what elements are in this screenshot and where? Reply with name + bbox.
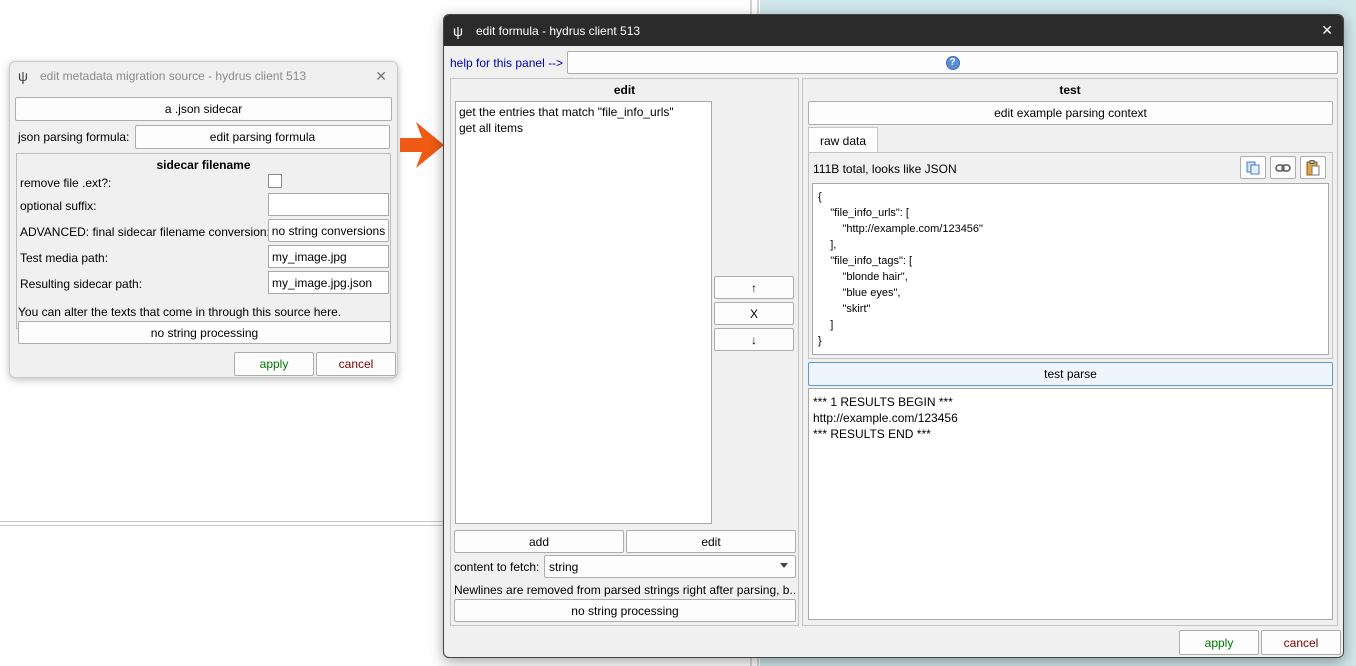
sidecar-filename-group: sidecar filename remove file .ext?: opti… [16,153,391,329]
parse-results-text[interactable]: *** 1 RESULTS BEGIN *** http://example.c… [808,388,1333,620]
content-fetch-select[interactable]: string [544,555,796,578]
link-icon[interactable] [1270,156,1296,179]
remove-ext-checkbox[interactable] [268,174,282,188]
hydrus-logo-icon: ψ [453,22,463,39]
panel-title: edit [613,83,636,97]
edit-panel: edit get the entries that match "file_in… [450,78,799,626]
raw-line: "file_info_tags": [ [818,255,913,267]
tab-raw-data[interactable]: raw data [808,127,878,153]
dialog-titlebar[interactable]: ψ edit metadata migration source - hydru… [10,62,397,90]
newlines-note: Newlines are removed from parsed strings… [454,583,795,597]
metadata-migration-dialog: ψ edit metadata migration source - hydru… [9,61,398,378]
move-up-button[interactable]: ↑ [714,276,794,299]
optional-suffix-label: optional suffix: [20,199,97,213]
close-icon[interactable]: ✕ [375,68,387,85]
arrow-right-icon [400,122,444,168]
alter-text-note: You can alter the texts that come in thr… [18,305,342,319]
raw-line: "file_info_urls": [ [818,207,909,219]
tab-label: raw data [819,133,867,148]
content-fetch-label: content to fetch: [454,560,540,574]
edit-parsing-context-button[interactable]: edit example parsing context [808,101,1333,125]
resulting-path-label: Resulting sidecar path: [20,277,143,291]
string-conversions-button[interactable]: no string conversions [268,219,389,242]
dialog-title: edit metadata migration source - hydrus … [40,69,307,83]
dialog-titlebar[interactable]: ψ edit formula - hydrus client 513 ✕ [444,15,1343,46]
raw-data-tab-content: 111B total, looks like JSON { "file_info… [808,152,1333,359]
close-icon[interactable]: ✕ [1321,22,1333,39]
raw-line: "blue eyes", [818,287,901,299]
paste-icon[interactable] [1300,156,1326,179]
dialog-body: a .json sidecar json parsing formula: ed… [13,93,396,378]
raw-line: "skirt" [818,303,871,315]
cancel-button[interactable]: cancel [1261,630,1341,655]
delete-button[interactable]: X [714,302,794,325]
list-item[interactable]: get all items [459,120,708,136]
string-processing-button[interactable]: no string processing [454,599,796,622]
remove-ext-label: remove file .ext?: [20,176,112,190]
hydrus-logo-icon: ψ [18,68,28,84]
edit-parsing-formula-button[interactable]: edit parsing formula [135,125,390,149]
source-type-button[interactable]: a .json sidecar [15,97,392,121]
help-icon: ? [945,55,960,70]
optional-suffix-input[interactable] [268,193,389,216]
cancel-button[interactable]: cancel [316,352,396,376]
apply-button[interactable]: apply [1179,630,1259,655]
advanced-label: ADVANCED: final sidecar filename convers… [20,225,270,239]
apply-button[interactable]: apply [234,352,314,376]
edit-button[interactable]: edit [626,530,796,553]
list-item[interactable]: get the entries that match "file_info_ur… [459,104,708,120]
edit-formula-dialog: ψ edit formula - hydrus client 513 ✕ hel… [443,14,1344,658]
group-title: sidecar filename [156,158,251,172]
raw-line: "blonde hair", [818,271,908,283]
resulting-path-field: my_image.jpg.json [268,271,389,294]
move-down-button[interactable]: ↓ [714,328,794,351]
formula-steps-list[interactable]: get the entries that match "file_info_ur… [455,101,712,524]
result-line: *** 1 RESULTS BEGIN *** [813,395,953,409]
test-media-input[interactable]: my_image.jpg [268,245,389,268]
result-line: http://example.com/123456 [813,411,958,425]
raw-line: ] [818,319,834,331]
test-parse-button[interactable]: test parse [808,362,1333,386]
raw-line: ], [818,239,837,251]
test-media-label: Test media path: [20,251,109,265]
copy-icon[interactable] [1240,156,1266,179]
select-value: string [549,559,579,574]
raw-line: { [818,191,822,203]
add-button[interactable]: add [454,530,624,553]
raw-data-text[interactable]: { "file_info_urls": [ "http://example.co… [812,183,1329,355]
string-processing-button[interactable]: no string processing [18,321,391,344]
parsing-formula-label: json parsing formula: [18,130,130,144]
result-line: *** RESULTS END *** [813,427,931,441]
raw-line: } [818,335,822,347]
help-link[interactable]: help for this panel --> [450,56,563,70]
panel-title: test [1059,83,1081,97]
test-panel: test edit example parsing context raw da… [802,78,1338,626]
raw-data-summary: 111B total, looks like JSON [813,162,957,176]
dialog-title: edit formula - hydrus client 513 [476,23,641,38]
chevron-down-icon [780,563,788,568]
raw-line: "http://example.com/123456" [818,223,983,235]
help-button[interactable]: ? [567,51,1338,74]
